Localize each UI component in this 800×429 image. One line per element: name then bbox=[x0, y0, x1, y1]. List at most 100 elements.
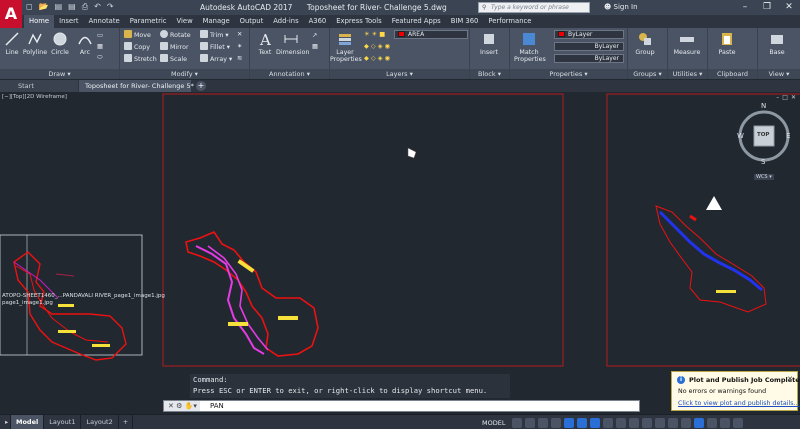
layer-state-icons[interactable]: ☀ ☀ ■ bbox=[364, 30, 385, 39]
modify-panel-title[interactable]: Modify ▾ bbox=[120, 69, 249, 79]
autocad-logo-icon[interactable]: A bbox=[0, 0, 22, 28]
ellipse-icon[interactable]: ⬭ bbox=[97, 53, 102, 62]
viewcube-top-face[interactable]: TOP bbox=[757, 132, 769, 138]
sign-in-button[interactable]: ☻ Sign In bbox=[604, 3, 638, 11]
properties-panel-title[interactable]: Properties ▾ bbox=[510, 69, 627, 79]
new-tab-icon[interactable]: + bbox=[196, 81, 206, 91]
layer-tools-icons[interactable]: ◆ ◇ ◈ ◉ bbox=[364, 42, 390, 51]
plot-details-link[interactable]: Click to view plot and publish details..… bbox=[678, 400, 800, 407]
new-file-icon[interactable]: ◻ bbox=[26, 2, 33, 12]
polar-icon[interactable] bbox=[577, 417, 588, 428]
grid-icon[interactable] bbox=[512, 417, 523, 428]
hardware-acceleration-icon[interactable] bbox=[707, 417, 718, 428]
trim-button[interactable]: Trim ▾ bbox=[200, 30, 229, 40]
tab-express-tools[interactable]: Express Tools bbox=[331, 15, 386, 28]
offset-icon[interactable]: ≋ bbox=[237, 54, 242, 63]
tab-parametric[interactable]: Parametric bbox=[125, 15, 172, 28]
tab-bim-360[interactable]: BIM 360 bbox=[446, 15, 484, 28]
recent-commands-icon[interactable]: ✋▾ bbox=[185, 402, 197, 410]
utilities-panel-title[interactable]: Utilities ▾ bbox=[668, 69, 707, 79]
customization-icon[interactable] bbox=[733, 417, 744, 428]
annotation-scale-icon[interactable] bbox=[668, 417, 679, 428]
selection-cycling-icon[interactable] bbox=[655, 417, 666, 428]
clean-screen-icon[interactable] bbox=[720, 417, 731, 428]
isodraft-icon[interactable] bbox=[590, 417, 601, 428]
layout-tab-model[interactable]: Model bbox=[11, 415, 45, 429]
leader-icon[interactable]: ↗ bbox=[312, 31, 317, 40]
layer-properties-button[interactable]: Layer Properties bbox=[330, 31, 362, 63]
dynamic-input-icon[interactable] bbox=[551, 417, 562, 428]
redo-icon[interactable]: ↷ bbox=[107, 2, 114, 12]
color-dropdown[interactable]: ByLayer bbox=[554, 30, 624, 39]
workspace-icon[interactable] bbox=[681, 417, 692, 428]
snap-icon[interactable] bbox=[525, 417, 536, 428]
groups-panel-title[interactable]: Groups ▾ bbox=[628, 69, 667, 79]
mirror-button[interactable]: Mirror bbox=[160, 42, 189, 52]
object-snap-icon[interactable] bbox=[616, 417, 627, 428]
layer-dropdown[interactable]: AREA bbox=[394, 30, 468, 39]
lineweight-icon[interactable] bbox=[629, 417, 640, 428]
arc-button[interactable]: Arc bbox=[70, 31, 100, 56]
layer-tools-icons-2[interactable]: ◆ ◇ ◈ ◉ bbox=[364, 54, 390, 63]
tab-add-ins[interactable]: Add-ins bbox=[268, 15, 303, 28]
close-icon[interactable]: ✕ bbox=[778, 0, 800, 15]
tab-insert[interactable]: Insert bbox=[54, 15, 84, 28]
view-panel-title[interactable]: View ▾ bbox=[758, 69, 800, 79]
undo-icon[interactable]: ↶ bbox=[94, 2, 101, 12]
base-view-button[interactable]: Base bbox=[762, 31, 792, 56]
tab-view[interactable]: View bbox=[172, 15, 198, 28]
viewcube-west[interactable]: W bbox=[737, 132, 744, 140]
tab-home[interactable]: Home bbox=[24, 15, 55, 28]
draw-panel-title[interactable]: Draw ▾ bbox=[0, 69, 119, 79]
save-as-icon[interactable]: ▤ bbox=[68, 2, 76, 12]
linetype-dropdown[interactable]: ByLayer bbox=[554, 42, 624, 51]
stretch-button[interactable]: Stretch bbox=[124, 54, 157, 64]
tab-output[interactable]: Output bbox=[235, 15, 269, 28]
layers-panel-title[interactable]: Layers ▾ bbox=[330, 69, 469, 79]
move-button[interactable]: Move bbox=[124, 30, 151, 40]
array-button[interactable]: Array ▾ bbox=[200, 54, 232, 64]
measure-button[interactable]: Measure bbox=[672, 31, 702, 56]
viewcube-north[interactable]: N bbox=[761, 102, 766, 110]
erase-icon[interactable]: ✕ bbox=[237, 30, 242, 39]
add-layout-icon[interactable]: + bbox=[119, 415, 134, 429]
dimension-button[interactable]: Dimension bbox=[276, 31, 309, 56]
transparency-icon[interactable] bbox=[642, 417, 653, 428]
infer-constraints-icon[interactable] bbox=[538, 417, 549, 428]
save-icon[interactable]: ▤ bbox=[55, 2, 63, 12]
help-search-input[interactable]: ⚲ Type a keyword or phrase bbox=[478, 2, 590, 13]
file-tab-document[interactable]: Toposheet for River- Challenge 5* bbox=[79, 80, 194, 92]
command-line[interactable]: ✕ ⚙ ✋▾ PAN bbox=[163, 400, 640, 412]
viewcube-east[interactable]: E bbox=[786, 132, 790, 140]
annotation-panel-title[interactable]: Annotation ▾ bbox=[250, 69, 329, 79]
tab-annotate[interactable]: Annotate bbox=[84, 15, 125, 28]
hatch-icon[interactable]: ▦ bbox=[97, 42, 103, 51]
fillet-button[interactable]: Fillet ▾ bbox=[200, 42, 230, 52]
block-panel-title[interactable]: Block ▾ bbox=[470, 69, 509, 79]
customize-icon[interactable]: ⚙ bbox=[176, 402, 182, 410]
layout-tab-layout2[interactable]: Layout2 bbox=[81, 415, 119, 429]
notification-close-icon[interactable]: ✕ bbox=[787, 375, 793, 383]
insert-block-button[interactable]: Insert bbox=[474, 31, 504, 56]
match-properties-button[interactable]: Match Properties bbox=[514, 31, 546, 63]
drawing-canvas[interactable]: [−][Top][2D Wireframe] – □ ✕ TOP N S E W… bbox=[0, 92, 800, 414]
explode-icon[interactable]: ✶ bbox=[237, 42, 242, 51]
model-space-toggle[interactable]: MODEL bbox=[482, 419, 505, 427]
ortho-icon[interactable] bbox=[564, 417, 575, 428]
tab-performance[interactable]: Performance bbox=[483, 15, 536, 28]
paste-button[interactable]: Paste bbox=[712, 31, 742, 56]
copy-button[interactable]: Copy bbox=[124, 42, 150, 52]
close-command-line-icon[interactable]: ✕ bbox=[168, 402, 174, 410]
layout-scroll-icon[interactable]: ▸ bbox=[0, 415, 11, 429]
isolate-objects-icon[interactable] bbox=[694, 417, 705, 428]
file-tab-start[interactable]: Start bbox=[0, 80, 78, 92]
rotate-button[interactable]: Rotate bbox=[160, 30, 191, 40]
tab-manage[interactable]: Manage bbox=[198, 15, 235, 28]
group-button[interactable]: Group bbox=[630, 31, 660, 56]
plot-icon[interactable]: ⎙ bbox=[82, 2, 88, 12]
minimize-icon[interactable]: – bbox=[734, 0, 756, 15]
viewcube-south[interactable]: S bbox=[761, 158, 765, 166]
lineweight-dropdown[interactable]: ByLayer bbox=[554, 54, 624, 63]
layout-tab-layout1[interactable]: Layout1 bbox=[44, 415, 82, 429]
wcs-dropdown[interactable]: WCS ▾ bbox=[754, 174, 774, 180]
